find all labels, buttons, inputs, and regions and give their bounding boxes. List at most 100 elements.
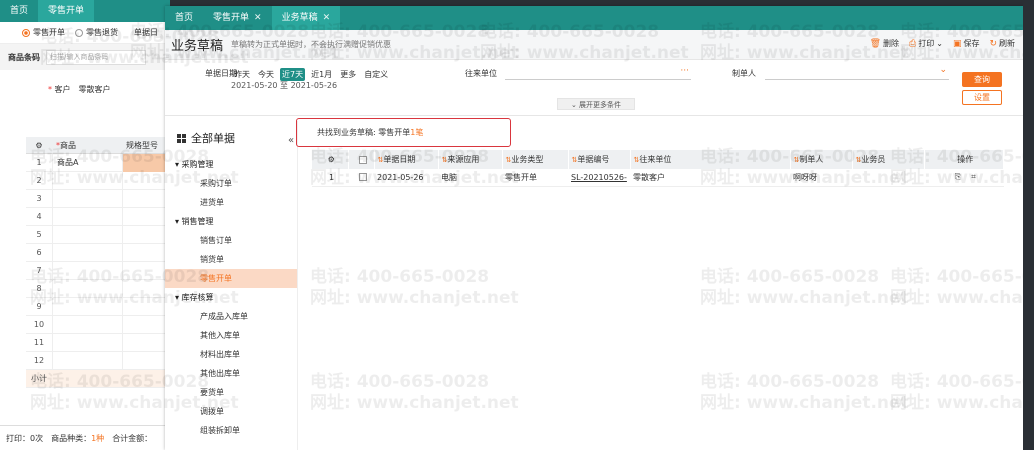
- cell-source: 电脑: [438, 169, 502, 187]
- sidebar-item[interactable]: 组装拆卸单: [165, 421, 297, 440]
- sidebar-group[interactable]: ▾ 销售管理: [165, 212, 297, 231]
- header-actions: 🗑 删除 ⎙ 打印 ⌄ ▣ 保存 ↻ 刷新: [870, 38, 1015, 49]
- bg-barcode-label: 商品条码: [8, 52, 40, 62]
- bg-radio-return[interactable]: 零售退货: [75, 27, 118, 38]
- collapse-sidebar-icon[interactable]: «: [288, 135, 294, 146]
- sidebar-item[interactable]: 要货单: [165, 383, 297, 402]
- table-row[interactable]: 1 2021-05-26 电脑 零售开单 SL-20210526- 零散客户 啊…: [312, 169, 1004, 187]
- bg-tab-home[interactable]: 首页: [0, 0, 38, 22]
- gear-icon[interactable]: ⚙: [26, 141, 52, 150]
- sidebar-item[interactable]: 其他出库单: [165, 364, 297, 383]
- bg-grid-rows: 1 商品A 2 3 4 5 6 7 8 9 10 11 12 小计: [26, 153, 170, 388]
- page-header: 业务草稿 草稿转为正式单据时，不会执行满赠促销优惠 🗑 删除 ⎙ 打印 ⌄ ▣ 保存 ↻…: [165, 30, 1023, 60]
- cell-partner: 零散客户: [630, 169, 790, 187]
- sidebar-item[interactable]: 材料出库单: [165, 345, 297, 364]
- query-button[interactable]: 查询: [962, 72, 1002, 87]
- sidebar-item[interactable]: 调拨单: [165, 402, 297, 421]
- table-row[interactable]: 10: [26, 315, 170, 334]
- save-icon: ▣: [952, 38, 962, 49]
- bg-tab-bar: 首页 零售开单: [0, 0, 170, 22]
- doc-type-sidebar: 全部单据 ▾ 采购管理 采购订单 进货单 ▾ 销售管理 销售订单 销货单 零售开单 ▾ 库存核…: [165, 121, 298, 450]
- sidebar-item[interactable]: 零售开单: [165, 269, 297, 288]
- table-header: ⚙ ⇅单据日期 ⇅来源应用 ⇅业务类型 ⇅单据编号 ⇅往来单位 ⇅制单人 ⇅业务…: [312, 150, 1004, 169]
- table-row[interactable]: 3: [26, 189, 170, 208]
- sidebar-item[interactable]: 销货单: [165, 250, 297, 269]
- bg-barcode-input[interactable]: 扫描/输入商品条码: [46, 49, 146, 65]
- table-row[interactable]: 9: [26, 297, 170, 316]
- subtotal-row: 小计: [26, 370, 170, 388]
- save-button[interactable]: ▣ 保存: [953, 38, 980, 49]
- bg-item-grid: ⚙ *商品 规格型号 1 商品A 2 3 4 5 6 7 8 9 10 11 12 小计: [26, 137, 170, 388]
- draft-table: ⚙ ⇅单据日期 ⇅来源应用 ⇅业务类型 ⇅单据编号 ⇅往来单位 ⇅制单人 ⇅业务…: [312, 150, 1004, 187]
- table-row[interactable]: 11: [26, 333, 170, 352]
- sidebar-item[interactable]: 销售订单: [165, 231, 297, 250]
- sidebar-item[interactable]: 进货单: [165, 193, 297, 212]
- partner-input[interactable]: ···: [505, 66, 691, 80]
- highlight-box: [296, 118, 511, 147]
- sidebar-list: ▾ 采购管理 采购订单 进货单 ▾ 销售管理 销售订单 销货单 零售开单 ▾ 库存核算 产成品入…: [165, 155, 297, 440]
- refresh-icon: ↻: [989, 38, 997, 49]
- maker-label: 制单人: [732, 69, 756, 78]
- row-checkbox[interactable]: [358, 173, 367, 182]
- tab-bar: 首页 零售开单 ✕ 业务草稿 ✕: [165, 6, 1023, 30]
- sidebar-item[interactable]: 产成品入库单: [165, 307, 297, 326]
- maker-select[interactable]: ⌄: [765, 65, 949, 80]
- more-icon[interactable]: ···: [680, 66, 689, 76]
- bg-grid-header: ⚙ *商品 规格型号: [26, 137, 170, 154]
- sidebar-item[interactable]: 其他入库单: [165, 326, 297, 345]
- grid-icon: [177, 133, 186, 143]
- cell-date: 2021-05-26: [374, 169, 438, 187]
- bg-customer-value[interactable]: 零散客户: [79, 84, 111, 95]
- refresh-button[interactable]: ↻ 刷新: [989, 38, 1015, 49]
- table-row[interactable]: 1 商品A: [26, 153, 170, 172]
- tab-business-draft[interactable]: 业务草稿 ✕: [271, 6, 341, 30]
- double-chevron-down-icon: ⌄: [570, 101, 580, 109]
- sidebar-group[interactable]: ▾ 库存核算: [165, 288, 297, 307]
- page-subtitle: 草稿转为正式单据时，不会执行满赠促销优惠: [231, 40, 392, 49]
- bg-customer-row: * 客户 零散客户: [48, 84, 111, 95]
- radio-off-icon: [75, 28, 83, 37]
- quick-more[interactable]: 更多: [338, 68, 358, 81]
- table-row[interactable]: 5: [26, 225, 170, 244]
- page-title: 业务草稿: [171, 39, 224, 54]
- expand-conditions-button[interactable]: ⌄ 展开更多条件: [557, 98, 635, 110]
- sidebar-all-docs[interactable]: 全部单据: [165, 121, 297, 155]
- tab-home[interactable]: 首页: [165, 6, 203, 30]
- chevron-down-icon: ⌄: [936, 39, 943, 48]
- chevron-down-icon: ⌄: [939, 65, 947, 75]
- table-row[interactable]: 4: [26, 207, 170, 226]
- close-icon[interactable]: ✕: [254, 6, 262, 30]
- screen-edge: [1023, 0, 1034, 450]
- bg-footer: 打印：0次 商品种类：1种 合计金额：: [0, 425, 170, 450]
- date-range[interactable]: 2021-05-20 至 2021-05-26: [231, 80, 337, 91]
- close-icon[interactable]: ✕: [323, 6, 331, 30]
- delete-button[interactable]: 🗑 删除: [870, 38, 899, 49]
- print-button[interactable]: ⎙ 打印 ⌄: [909, 38, 943, 49]
- select-all-checkbox[interactable]: [358, 155, 367, 164]
- table-row[interactable]: 12: [26, 351, 170, 370]
- business-draft-window: 首页 零售开单 ✕ 业务草稿 ✕ 业务草稿 草稿转为正式单据时，不会执行满赠促销优惠…: [165, 6, 1023, 450]
- sidebar-item[interactable]: 采购订单: [165, 174, 297, 193]
- bg-barcode-row: 商品条码 扫描/输入商品条码: [0, 44, 170, 70]
- partner-label: 往来单位: [465, 69, 497, 78]
- edit-doc-icon[interactable]: ⎘: [955, 172, 961, 182]
- doc-code-link[interactable]: SL-20210526-: [571, 173, 627, 182]
- qr-code-icon[interactable]: ⌗: [971, 172, 976, 182]
- table-row[interactable]: 8: [26, 279, 170, 298]
- quick-custom[interactable]: 自定义: [362, 68, 390, 81]
- printer-icon: ⎙: [909, 38, 917, 49]
- cell-maker: 啊呀呀: [790, 169, 852, 187]
- table-row[interactable]: 6: [26, 243, 170, 262]
- bg-radio-row: 零售开单 零售退货 单据日: [0, 22, 170, 44]
- sidebar-group[interactable]: ▾ 采购管理: [165, 155, 297, 174]
- background-retail-window: 首页 零售开单 零售开单 零售退货 单据日 商品条码 扫描/输入商品条码 * 客…: [0, 0, 170, 450]
- tab-retail[interactable]: 零售开单 ✕: [203, 6, 272, 30]
- table-row[interactable]: 7: [26, 261, 170, 280]
- bg-radio-retail[interactable]: 零售开单: [22, 27, 65, 38]
- bg-tab-retail[interactable]: 零售开单: [38, 0, 95, 22]
- trash-icon: 🗑: [869, 38, 882, 49]
- gear-icon[interactable]: ⚙: [312, 150, 349, 169]
- bg-customer-label: 客户: [54, 84, 71, 94]
- table-row[interactable]: 2: [26, 171, 170, 190]
- settings-button[interactable]: 设置: [962, 90, 1002, 105]
